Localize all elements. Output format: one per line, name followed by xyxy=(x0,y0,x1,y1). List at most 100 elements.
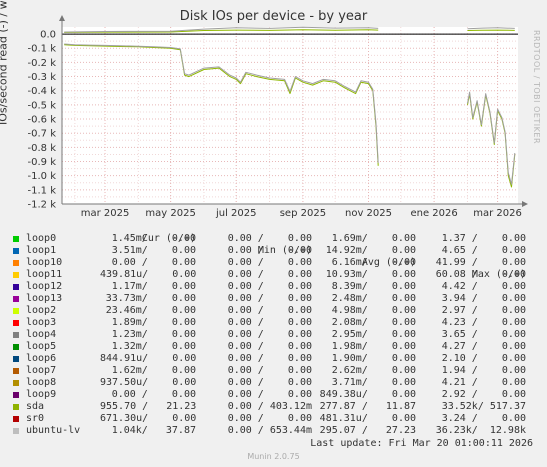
legend-row-loop6: loop6 844.91u/ 0.00 0.00 / 0.00 1.90m/ 0.00… xyxy=(12,353,542,365)
legend-row-loop1: loop1 3.51m/ 0.00 0.00 / 0.00 14.92m/ 0.00 4… xyxy=(12,245,542,257)
legend-swatch xyxy=(13,272,19,278)
legend-max: 4.27 / 0.00 xyxy=(441,341,526,352)
legend-row-loop3: loop3 1.89m/ 0.00 0.00 / 0.00 2.08m/ 0.00 4.… xyxy=(12,317,542,329)
legend-row-loop5: loop5 1.32m/ 0.00 0.00 / 0.00 1.98m/ 0.00 4.… xyxy=(12,341,542,353)
legend-row-loop8: loop8 937.50u/ 0.00 0.00 / 0.00 3.71m/ 0.00… xyxy=(12,377,542,389)
legend-swatch xyxy=(13,296,19,302)
x-tick-label: mar 2025 xyxy=(81,208,130,219)
legend-row-sr0: sr0 671.30u/ 0.00 0.00 / 0.00 481.31u/ 0.00… xyxy=(12,413,542,425)
x-tick-labels: mar 2025 may 2025 jul 2025 sep 2025 nov 2025… xyxy=(81,208,522,219)
legend-max: 41.99 / 0.00 xyxy=(435,257,526,268)
legend-name: loop7 xyxy=(26,365,57,376)
legend-min: 0.00 / 0.00 xyxy=(227,245,312,256)
legend-cur: 937.50u/ 0.00 xyxy=(100,377,197,388)
legend-max: 2.10 / 0.00 xyxy=(441,353,526,364)
legend-avg: 2.95m/ 0.00 xyxy=(331,329,416,340)
legend-row-loop0: loop0 1.45m/ 0.00 0.00 / 0.00 1.69m/ 0.00 1.… xyxy=(12,233,542,245)
legend-avg: 295.07 / 27.23 xyxy=(319,425,416,436)
legend-swatch xyxy=(13,428,19,434)
legend-cur: 0.00 / 0.00 xyxy=(111,257,196,268)
legend-swatch xyxy=(13,416,19,422)
y-tick-label: -0.6 k xyxy=(28,115,57,126)
legend-name: loop9 xyxy=(26,389,57,400)
legend-avg: 3.71m/ 0.00 xyxy=(331,377,416,388)
legend-min: 0.00 / 0.00 xyxy=(227,293,312,304)
legend-max: 1.37 / 0.00 xyxy=(441,233,526,244)
legend-min: 0.00 / 0.00 xyxy=(227,389,312,400)
legend-name: loop12 xyxy=(26,281,63,292)
y-tick-label: -0.1 k xyxy=(28,44,57,55)
legend-cur: 33.73m/ 0.00 xyxy=(105,293,196,304)
legend-min: 0.00 / 0.00 xyxy=(227,413,312,424)
legend-name: loop11 xyxy=(26,269,63,280)
legend-name: loop10 xyxy=(26,257,63,268)
legend-swatch xyxy=(13,404,19,410)
legend-name: loop3 xyxy=(26,317,57,328)
legend-row-loop11: loop11 439.81u/ 0.00 0.00 / 0.00 10.93m/ 0.… xyxy=(12,269,542,281)
plot-background xyxy=(62,27,518,204)
x-tick-label: jul 2025 xyxy=(215,208,257,219)
legend-cur: 671.30u/ 0.00 xyxy=(100,413,197,424)
legend-name: loop4 xyxy=(26,329,57,340)
legend-avg: 481.31u/ 0.00 xyxy=(319,413,416,424)
legend-swatch xyxy=(13,380,19,386)
y-tick-label: -0.5 k xyxy=(28,100,57,111)
legend-table: Cur (-/+) Min (-/+) Avg (-/+) Max (-/+) … xyxy=(12,221,542,437)
legend-avg: 1.98m/ 0.00 xyxy=(331,341,416,352)
last-update: Last update: Fri Mar 20 01:00:11 2026 xyxy=(310,438,533,449)
legend-max: 60.08 / 0.00 xyxy=(435,269,526,280)
legend-min: 0.00 / 403.12m xyxy=(227,401,312,412)
y-tick-label: -1.2 k xyxy=(28,200,57,211)
legend-cur: 844.91u/ 0.00 xyxy=(100,353,197,364)
legend-swatch xyxy=(13,344,19,350)
y-tick-label: -0.8 k xyxy=(28,143,57,154)
legend-row-loop2: loop2 23.46m/ 0.00 0.00 / 0.00 4.98m/ 0.00 2… xyxy=(12,305,542,317)
legend-max: 36.23k/ 12.98k xyxy=(435,425,526,436)
legend-max: 4.65 / 0.00 xyxy=(441,245,526,256)
legend-swatch xyxy=(13,284,19,290)
legend-max: 33.52k/ 517.37 xyxy=(441,401,526,412)
legend-swatch xyxy=(13,356,19,362)
legend-name: loop6 xyxy=(26,353,57,364)
legend-name: loop5 xyxy=(26,341,57,352)
legend-min: 0.00 / 0.00 xyxy=(227,317,312,328)
legend-min: 0.00 / 653.44m xyxy=(227,425,312,436)
legend-avg: 10.93m/ 0.00 xyxy=(325,269,416,280)
legend-cur: 1.17m/ 0.00 xyxy=(111,281,196,292)
legend-min: 0.00 / 0.00 xyxy=(227,377,312,388)
legend-min: 0.00 / 0.00 xyxy=(227,269,312,280)
legend-row-loop7: loop7 1.62m/ 0.00 0.00 / 0.00 2.62m/ 0.00 1.… xyxy=(12,365,542,377)
y-axis-arrow xyxy=(59,15,65,21)
legend-cur: 1.23m/ 0.00 xyxy=(111,329,196,340)
y-tick-label: -1.0 k xyxy=(28,171,57,182)
legend-avg: 4.98m/ 0.00 xyxy=(331,305,416,316)
legend-swatch xyxy=(13,320,19,326)
legend-avg: 2.08m/ 0.00 xyxy=(331,317,416,328)
legend-cur: 1.04k/ 37.87 xyxy=(111,425,196,436)
x-tick-label: ene 2026 xyxy=(410,208,457,219)
x-axis-arrow xyxy=(522,201,528,207)
legend-min: 0.00 / 0.00 xyxy=(227,281,312,292)
legend-cur: 1.32m/ 0.00 xyxy=(111,341,196,352)
legend-swatch xyxy=(13,332,19,338)
legend-swatch xyxy=(13,308,19,314)
legend-row-loop4: loop4 1.23m/ 0.00 0.00 / 0.00 2.95m/ 0.00 3.… xyxy=(12,329,542,341)
legend-cur: 0.00 / 0.00 xyxy=(111,389,196,400)
legend-name: loop0 xyxy=(26,233,57,244)
y-tick-label: -0.3 k xyxy=(28,72,57,83)
legend-min: 0.00 / 0.00 xyxy=(227,365,312,376)
y-tick-labels: 0.0 -0.1 k -0.2 k -0.3 k -0.4 k -0.5 k -0.6 k -… xyxy=(28,30,57,211)
chart-area: 0.0 -0.1 k -0.2 k -0.3 k -0.4 k -0.5 k -0.6 k -… xyxy=(28,15,528,219)
legend-swatch xyxy=(13,236,19,242)
legend-name: loop13 xyxy=(26,293,63,304)
y-tick-label: -0.4 k xyxy=(28,86,57,97)
legend-avg: 14.92m/ 0.00 xyxy=(325,245,416,256)
legend-avg: 6.16m/ 0.00 xyxy=(331,257,416,268)
legend-cur: 1.62m/ 0.00 xyxy=(111,365,196,376)
munin-version-footer: Munin 2.0.75 xyxy=(247,452,300,461)
x-tick-label: nov 2025 xyxy=(345,208,392,219)
x-tick-label: sep 2025 xyxy=(280,208,326,219)
legend-swatch xyxy=(13,368,19,374)
legend-swatch xyxy=(13,248,19,254)
legend-max: 4.21 / 0.00 xyxy=(441,377,526,388)
